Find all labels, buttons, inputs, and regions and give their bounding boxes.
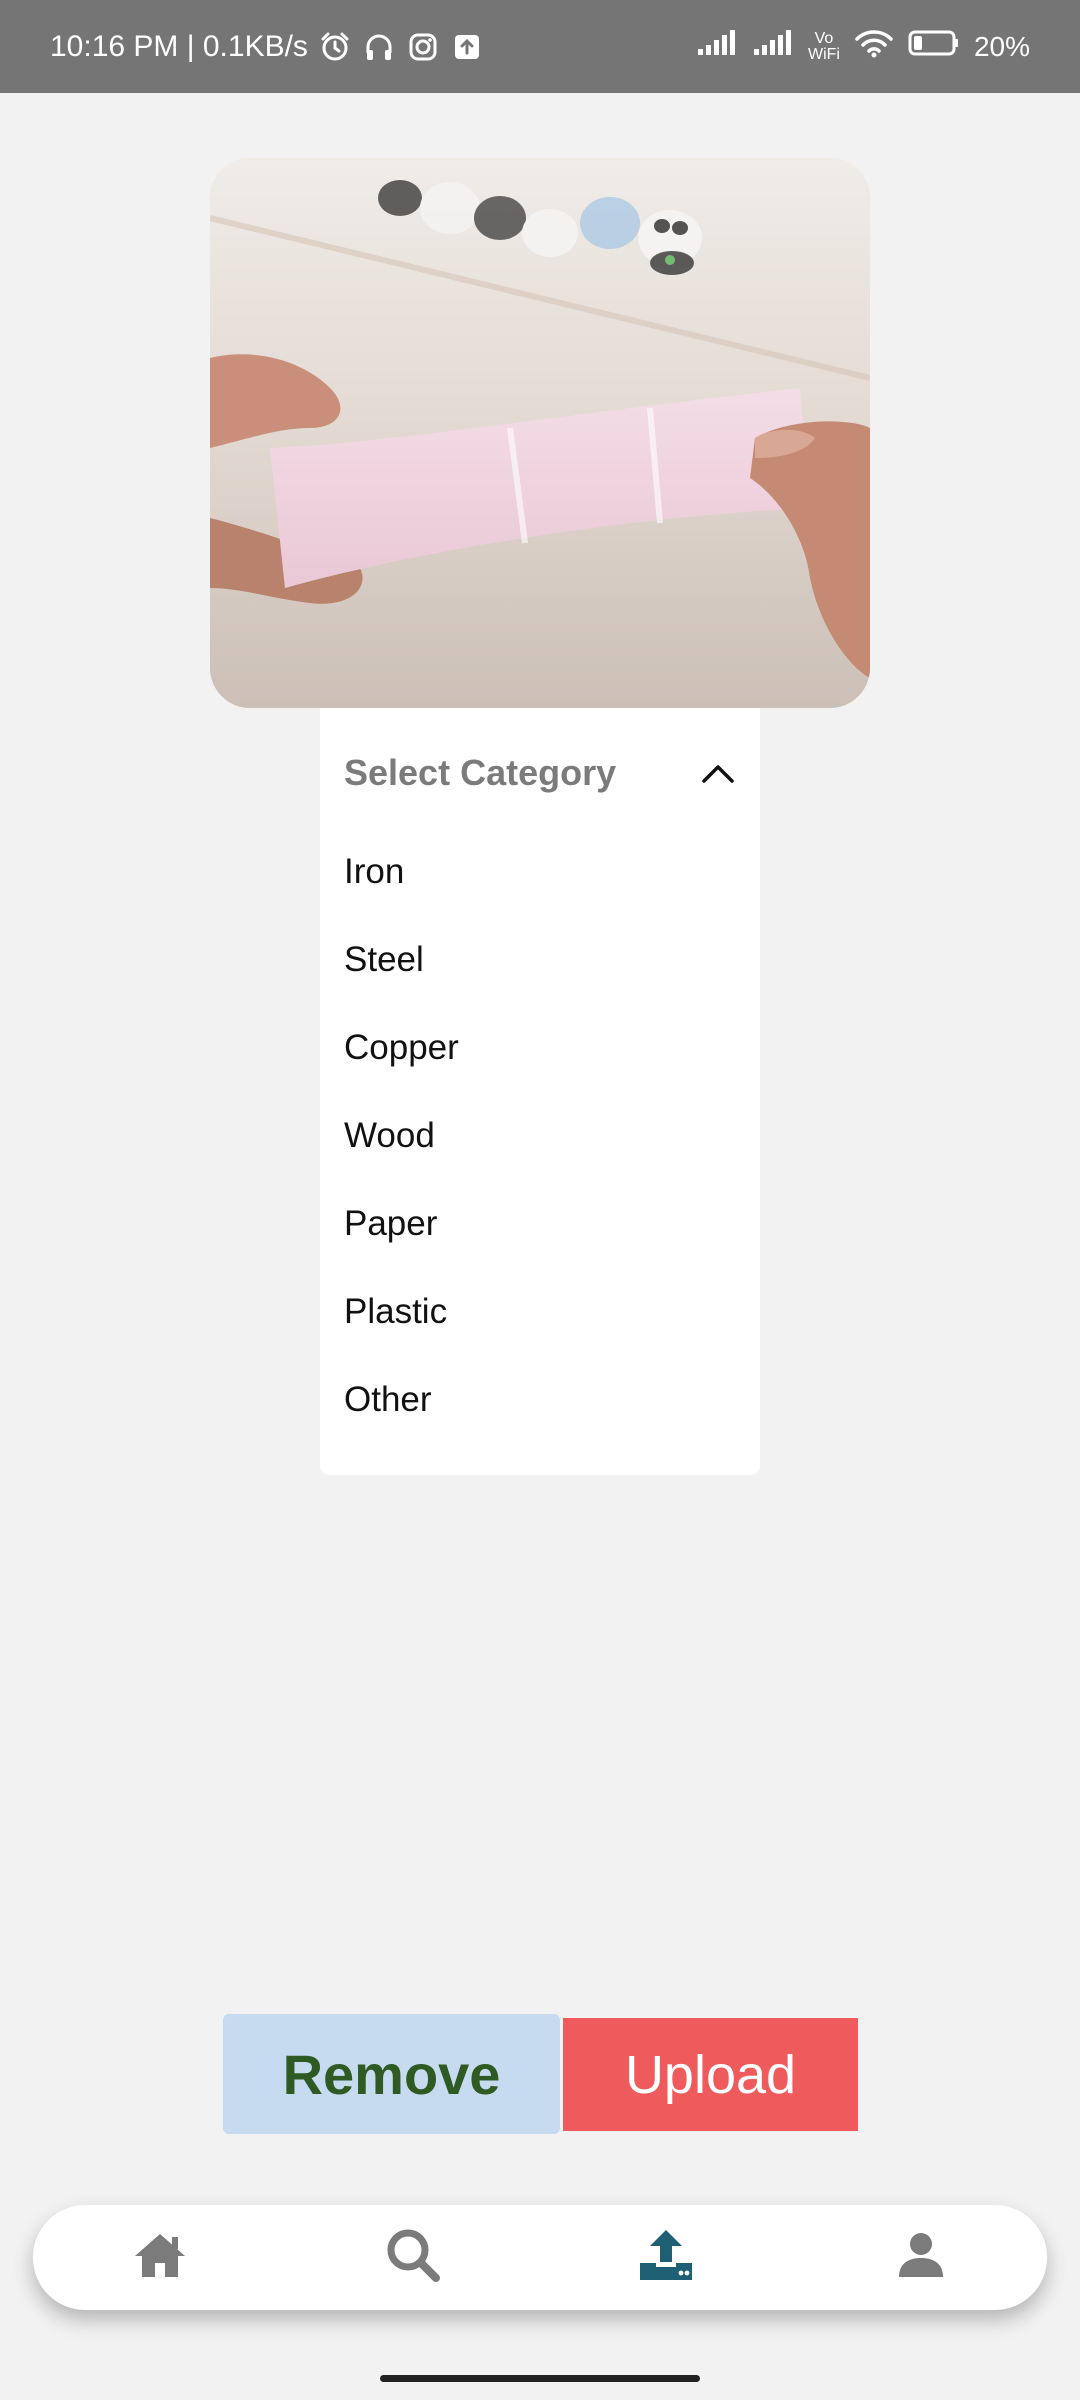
gesture-bar[interactable] — [380, 2375, 700, 2382]
instagram-icon — [406, 30, 440, 64]
search-icon — [385, 2227, 441, 2288]
signal-icon — [696, 29, 738, 64]
alarm-icon — [318, 30, 352, 64]
dropdown-options: Iron Steel Copper Wood Paper Plastic Oth… — [344, 828, 736, 1444]
status-left: 10:16 PM | 0.1KB/s — [50, 0, 484, 93]
option-wood[interactable]: Wood — [344, 1092, 736, 1180]
wifi-icon — [854, 28, 894, 65]
status-time-speed: 10:16 PM | 0.1KB/s — [50, 29, 308, 63]
category-select[interactable]: Select Category — [344, 738, 736, 808]
profile-icon — [897, 2231, 945, 2284]
upload-icon — [637, 2227, 695, 2288]
vowifi-indicator: Vo WiFi — [807, 29, 840, 63]
nav-home[interactable] — [110, 2205, 210, 2310]
bottom-navigation — [33, 2205, 1047, 2310]
upload-button[interactable]: Upload — [563, 2018, 858, 2131]
status-bar: 10:16 PM | 0.1KB/s Vo WiFi 20% — [0, 0, 1080, 93]
option-paper[interactable]: Paper — [344, 1180, 736, 1268]
status-right: Vo WiFi 20% — [696, 0, 1030, 93]
home-icon — [132, 2230, 188, 2285]
remove-button[interactable]: Remove — [223, 2014, 560, 2134]
nav-profile[interactable] — [871, 2205, 971, 2310]
headphones-icon — [362, 30, 396, 64]
category-dropdown: Select Category Iron Steel Copper Wood P… — [320, 708, 760, 1475]
selected-photo — [210, 158, 870, 708]
battery-icon — [908, 29, 960, 64]
dropdown-placeholder: Select Category — [344, 752, 617, 793]
option-plastic[interactable]: Plastic — [344, 1268, 736, 1356]
option-copper[interactable]: Copper — [344, 1004, 736, 1092]
nav-upload[interactable] — [616, 2205, 716, 2310]
option-other[interactable]: Other — [344, 1356, 736, 1444]
upload-notification-icon — [450, 30, 484, 64]
signal-icon-2 — [752, 29, 794, 64]
option-steel[interactable]: Steel — [344, 916, 736, 1004]
nav-search[interactable] — [363, 2205, 463, 2310]
option-iron[interactable]: Iron — [344, 828, 736, 916]
battery-percent: 20% — [973, 30, 1030, 62]
chevron-up-icon[interactable] — [700, 755, 736, 791]
